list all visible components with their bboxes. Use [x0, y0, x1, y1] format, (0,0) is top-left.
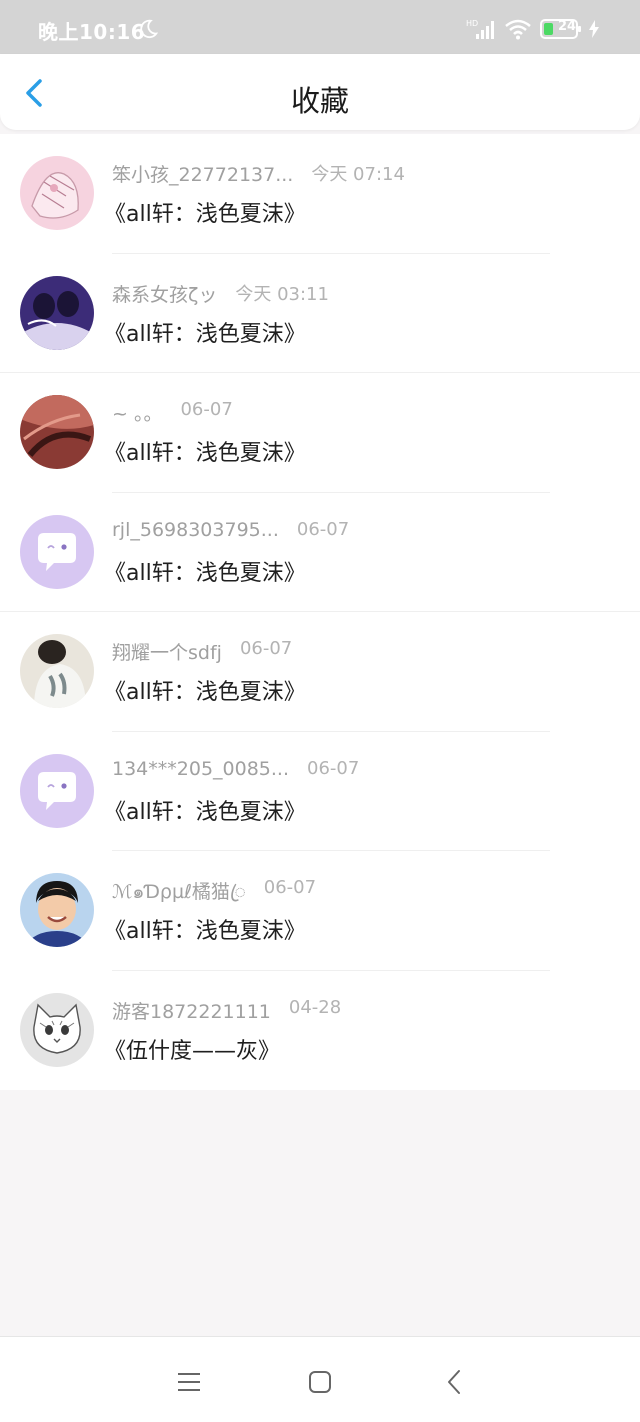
status-time: 晚上10:16	[38, 20, 146, 44]
item-meta: ~ 。。 06-07	[112, 399, 233, 427]
timestamp: 06-07	[263, 877, 317, 898]
story-title: 《all轩：浅色夏沫》	[104, 560, 306, 586]
username: 翔耀一个sdfj	[112, 642, 222, 664]
home-square-icon[interactable]	[305, 1367, 335, 1397]
timestamp: 06-07	[239, 638, 293, 659]
story-title: 《all轩：浅色夏沫》	[104, 202, 306, 227]
avatar	[20, 873, 94, 947]
moon-icon	[140, 19, 159, 39]
timestamp: 04-28	[288, 996, 342, 1018]
avatar	[20, 992, 94, 1067]
list-item[interactable]: 翔耀一个sdfj 06-07 《all轩：浅色夏沫》	[0, 612, 640, 732]
item-meta: 游客1872221111 04-28	[112, 997, 341, 1025]
timestamp: 06-07	[307, 757, 360, 779]
item-meta: 森系女孩ζッ 今天 03:11	[112, 280, 329, 308]
header-bar: 收藏	[0, 54, 640, 130]
avatar	[20, 753, 94, 828]
username: ~ 。。	[112, 403, 163, 425]
menu-icon[interactable]	[174, 1367, 204, 1397]
username: ℳ๑Ɗρµℓ橘猫ꦿ	[112, 881, 246, 903]
avatar	[20, 156, 94, 230]
hd-signal-icon: HD	[466, 19, 494, 39]
story-title: 《伍什度——灰》	[104, 1038, 281, 1064]
list-item[interactable]: 笨小孩_22772137... 今天 07:14 《all轩：浅色夏沫》	[0, 134, 640, 254]
list-item[interactable]: ℳ๑Ɗρµℓ橘猫ꦿ 06-07 《all轩：浅色夏沫》	[0, 851, 640, 971]
username: 游客1872221111	[112, 1000, 271, 1023]
timestamp: 06-07	[180, 399, 233, 420]
item-meta: ℳ๑Ɗρµℓ橘猫ꦿ 06-07	[112, 877, 316, 905]
back-arrow-icon[interactable]	[440, 1367, 470, 1397]
story-title: 《all轩：浅色夏沫》	[104, 321, 306, 347]
svg-text:HD: HD	[466, 19, 478, 28]
empty-area	[0, 1090, 640, 1336]
username: 森系女孩ζッ	[112, 283, 218, 306]
story-title: 《all轩：浅色夏沫》	[104, 799, 306, 825]
timestamp: 今天 07:14	[311, 164, 405, 185]
item-meta: 134***205_0085... 06-07	[112, 758, 359, 786]
list-item[interactable]: 森系女孩ζッ 今天 03:11 《all轩：浅色夏沫》	[0, 254, 640, 373]
story-title: 《all轩：浅色夏沫》	[104, 919, 306, 944]
favorites-list: 笨小孩_22772137... 今天 07:14 《all轩：浅色夏沫》 森系女孩…	[0, 134, 640, 1090]
story-title: 《all轩：浅色夏沫》	[104, 680, 306, 705]
list-item[interactable]: ~ 。。 06-07 《all轩：浅色夏沫》	[0, 373, 640, 493]
page-title: 收藏	[290, 84, 349, 118]
system-nav-bar	[0, 1336, 640, 1422]
item-meta: 翔耀一个sdfj 06-07	[112, 638, 292, 666]
list-item[interactable]: rjl_5698303795... 06-07 《all轩：浅色夏沫》	[0, 493, 640, 612]
username: 笨小孩_22772137...	[112, 164, 294, 186]
item-meta: 笨小孩_22772137... 今天 07:14	[112, 160, 405, 188]
list-item[interactable]: 游客1872221111 04-28 《伍什度——灰》	[0, 971, 640, 1091]
timestamp: 06-07	[296, 518, 350, 540]
charging-icon	[589, 20, 599, 38]
avatar	[20, 395, 94, 469]
avatar	[20, 275, 94, 350]
timestamp: 今天 03:11	[235, 283, 329, 305]
story-title: 《all轩：浅色夏沫》	[104, 441, 306, 466]
battery-level: 24	[558, 19, 577, 34]
avatar	[20, 514, 94, 589]
username: rjl_5698303795...	[112, 518, 279, 541]
wifi-icon	[505, 19, 531, 40]
list-item[interactable]: 134***205_0085... 06-07 《all轩：浅色夏沫》	[0, 732, 640, 851]
item-meta: rjl_5698303795... 06-07	[112, 519, 349, 547]
avatar	[20, 634, 94, 708]
status-bar: 晚上10:16 HD 24	[0, 0, 640, 54]
username: 134***205_0085...	[112, 757, 290, 780]
